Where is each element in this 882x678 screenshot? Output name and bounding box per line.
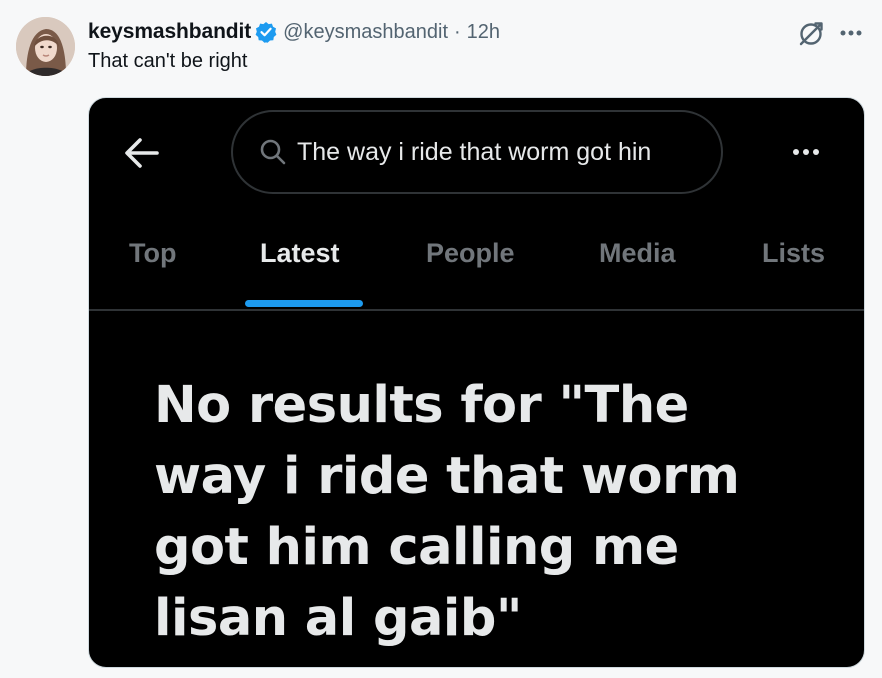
avatar[interactable] [16, 17, 75, 76]
display-name[interactable]: keysmashbandit [88, 20, 251, 44]
tweet: keysmashbandit @keysmashbandit · 12h Tha… [0, 0, 882, 678]
search-icon [259, 138, 287, 166]
back-arrow-icon [123, 136, 161, 170]
handle[interactable]: @keysmashbandit [283, 21, 448, 44]
tweet-header: keysmashbandit @keysmashbandit · 12h [88, 17, 500, 47]
grok-icon[interactable] [797, 20, 825, 48]
tab-lists: Lists [762, 238, 826, 268]
avatar-photo [16, 17, 75, 76]
tab-people: People [426, 238, 515, 268]
no-results-message: No results for "The way i ride that worm… [154, 376, 740, 648]
tab-top: Top [129, 238, 177, 268]
active-tab-indicator [245, 300, 363, 307]
search-query: The way i ride that worm got hin [297, 137, 652, 166]
tabs-divider [89, 309, 864, 311]
tab-media: Media [599, 238, 676, 268]
more-options-icon [789, 142, 823, 162]
media-screenshot[interactable]: The way i ride that worm got hin Top Lat… [88, 97, 865, 668]
search-tabs: Top Latest People Media Lists [89, 238, 864, 310]
more-options-icon[interactable] [836, 18, 866, 48]
tab-latest: Latest [260, 238, 340, 268]
separator-dot: · [454, 20, 461, 43]
timestamp[interactable]: 12h [467, 21, 500, 44]
verified-badge-icon [255, 21, 277, 43]
tweet-text: That can't be right [88, 50, 248, 72]
search-field: The way i ride that worm got hin [231, 110, 723, 194]
